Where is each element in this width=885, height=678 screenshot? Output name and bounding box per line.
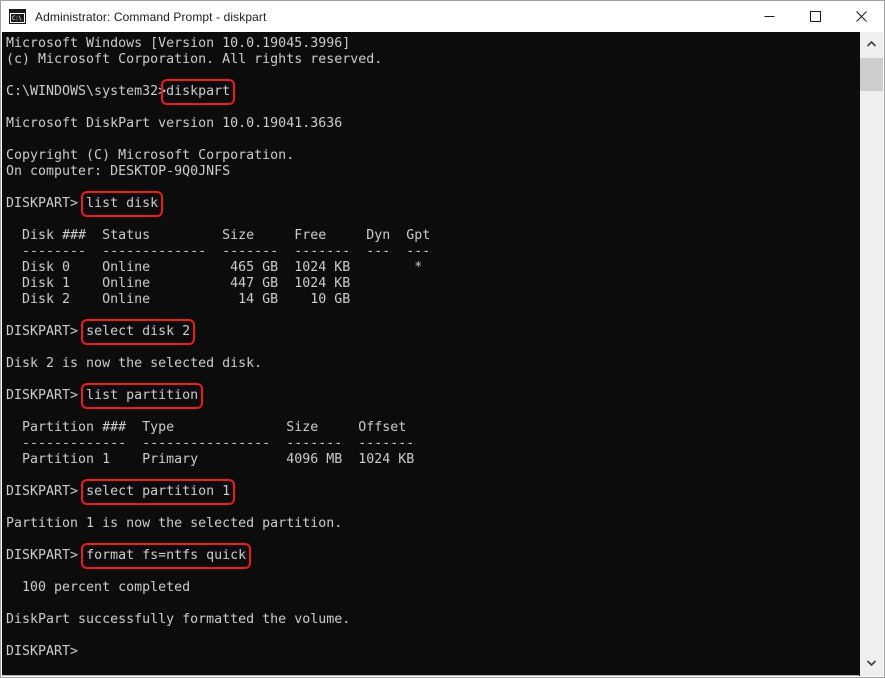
highlighted-command: list partition	[81, 383, 204, 409]
terminal-line: DISKPART> format fs=ntfs quick	[6, 543, 858, 569]
vertical-scrollbar[interactable]	[859, 32, 883, 676]
scroll-up-arrow-icon[interactable]	[860, 32, 883, 56]
terminal-line: Partition ### Type Size Offset	[6, 420, 407, 435]
terminal-line: C:\WINDOWS\system32>diskpart	[6, 79, 858, 105]
terminal-line: DISKPART>	[6, 644, 79, 659]
highlighted-command: diskpart	[161, 79, 236, 105]
terminal-line: On computer: DESKTOP-9Q0JNFS	[6, 164, 231, 179]
window-title: Administrator: Command Prompt - diskpart	[35, 9, 267, 24]
command-prompt-window: C:\ Administrator: Command Prompt - disk…	[0, 0, 885, 678]
terminal-line: Disk 2 is now the selected disk.	[6, 356, 263, 371]
terminal-line: Copyright (C) Microsoft Corporation.	[6, 148, 295, 163]
terminal-prompt: DISKPART>	[6, 548, 87, 563]
terminal-line: Partition 1 Primary 4096 MB 1024 KB	[6, 452, 415, 467]
terminal-line: 100 percent completed	[6, 580, 191, 595]
terminal-line: DiskPart successfully formatted the volu…	[6, 612, 351, 627]
terminal-line: Disk 1 Online 447 GB 1024 KB	[6, 276, 351, 291]
minimize-button[interactable]	[746, 1, 792, 32]
highlighted-command: select disk 2	[81, 319, 196, 345]
terminal-prompt: DISKPART>	[6, 196, 87, 211]
icon-screen-text: C:\	[11, 14, 24, 22]
scroll-thumb[interactable]	[860, 58, 883, 91]
terminal-line: (c) Microsoft Corporation. All rights re…	[6, 52, 383, 67]
highlighted-command: format fs=ntfs quick	[81, 543, 252, 569]
command-prompt-icon: C:\	[9, 9, 26, 24]
console-area[interactable]: Microsoft Windows [Version 10.0.19045.39…	[2, 32, 883, 676]
terminal-prompt: DISKPART>	[6, 324, 87, 339]
terminal-output[interactable]: Microsoft Windows [Version 10.0.19045.39…	[2, 32, 858, 675]
terminal-line: -------- ------------- ------- ------- -…	[6, 244, 431, 259]
terminal-line: DISKPART> list partition	[6, 383, 858, 409]
terminal-prompt: DISKPART>	[6, 484, 87, 499]
highlighted-command: list disk	[81, 191, 164, 217]
terminal-prompt: DISKPART>	[6, 388, 87, 403]
terminal-line: Partition 1 is now the selected partitio…	[6, 516, 343, 531]
maximize-button[interactable]	[792, 1, 838, 32]
terminal-line: Microsoft Windows [Version 10.0.19045.39…	[6, 36, 351, 51]
highlighted-command: select partition 1	[81, 479, 236, 505]
terminal-line: DISKPART> select partition 1	[6, 479, 858, 505]
terminal-line: Disk ### Status Size Free Dyn Gpt	[6, 228, 431, 243]
terminal-lines: Microsoft Windows [Version 10.0.19045.39…	[6, 36, 858, 660]
terminal-line: ------------- ---------------- ------- -…	[6, 436, 415, 451]
terminal-prompt: C:\WINDOWS\system32>	[6, 84, 167, 99]
terminal-line: DISKPART> list disk	[6, 191, 858, 217]
terminal-line: Disk 2 Online 14 GB 10 GB	[6, 292, 351, 307]
terminal-line: Disk 0 Online 465 GB 1024 KB *	[6, 260, 423, 275]
terminal-line: Microsoft DiskPart version 10.0.19041.36…	[6, 116, 343, 131]
title-bar-left: C:\ Administrator: Command Prompt - disk…	[1, 1, 746, 32]
scroll-down-arrow-icon[interactable]	[860, 651, 883, 675]
title-bar[interactable]: C:\ Administrator: Command Prompt - disk…	[1, 1, 884, 32]
icon-titlebar-strip	[10, 10, 25, 13]
close-button[interactable]	[838, 1, 884, 32]
scrollbar-track[interactable]	[860, 56, 883, 651]
window-controls	[746, 1, 884, 32]
terminal-line: DISKPART> select disk 2	[6, 319, 858, 345]
